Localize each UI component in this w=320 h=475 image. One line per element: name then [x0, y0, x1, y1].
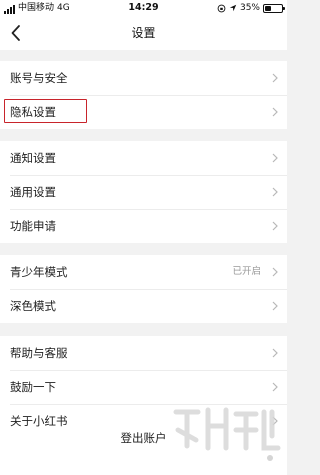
settings-row-dark-mode[interactable]: 深色模式: [0, 289, 287, 323]
status-bar: 中国移动 4G 14:29 35%: [0, 0, 287, 16]
battery-fill: [265, 5, 271, 11]
chevron-right-icon: [272, 382, 278, 392]
chevron-right-icon: [272, 301, 278, 311]
watermark-logo-icon: [173, 407, 281, 461]
status-right: 35%: [217, 0, 285, 16]
chevron-right-icon: [272, 187, 278, 197]
row-label: 通知设置: [10, 151, 56, 165]
row-label: 功能申请: [10, 219, 56, 233]
chevron-right-icon: [272, 267, 278, 277]
location-icon: [229, 4, 237, 12]
settings-row-encourage[interactable]: 鼓励一下: [0, 370, 287, 404]
settings-group-modes: 青少年模式 已开启 深色模式: [0, 255, 287, 323]
battery-icon: [263, 3, 285, 13]
chevron-right-icon: [272, 107, 278, 117]
chevron-right-icon: [272, 221, 278, 231]
lock-rotation-icon: [217, 4, 226, 12]
row-label: 帮助与客服: [10, 346, 68, 360]
settings-group-general: 通知设置 通用设置 功能申请: [0, 141, 287, 243]
settings-row-help[interactable]: 帮助与客服: [0, 336, 287, 370]
page-title: 设置: [131, 26, 156, 40]
highlight-annotation: [4, 99, 87, 123]
battery-percent: 35%: [239, 3, 260, 13]
chevron-right-icon: [272, 73, 278, 83]
nav-bar: 设置: [0, 16, 287, 50]
chevron-right-icon: [272, 348, 278, 358]
settings-row-feature-request[interactable]: 功能申请: [0, 209, 287, 243]
row-label: 深色模式: [10, 299, 56, 313]
row-label: 鼓励一下: [10, 380, 56, 394]
row-label: 账号与安全: [10, 71, 68, 85]
settings-row-account-security[interactable]: 账号与安全: [0, 61, 287, 95]
row-label: 青少年模式: [10, 265, 68, 279]
row-label: 通用设置: [10, 185, 56, 199]
settings-row-general[interactable]: 通用设置: [0, 175, 287, 209]
settings-row-notifications[interactable]: 通知设置: [0, 141, 287, 175]
settings-row-teen-mode[interactable]: 青少年模式 已开启: [0, 255, 287, 289]
chevron-right-icon: [272, 153, 278, 163]
status-value: 已开启: [232, 266, 261, 277]
